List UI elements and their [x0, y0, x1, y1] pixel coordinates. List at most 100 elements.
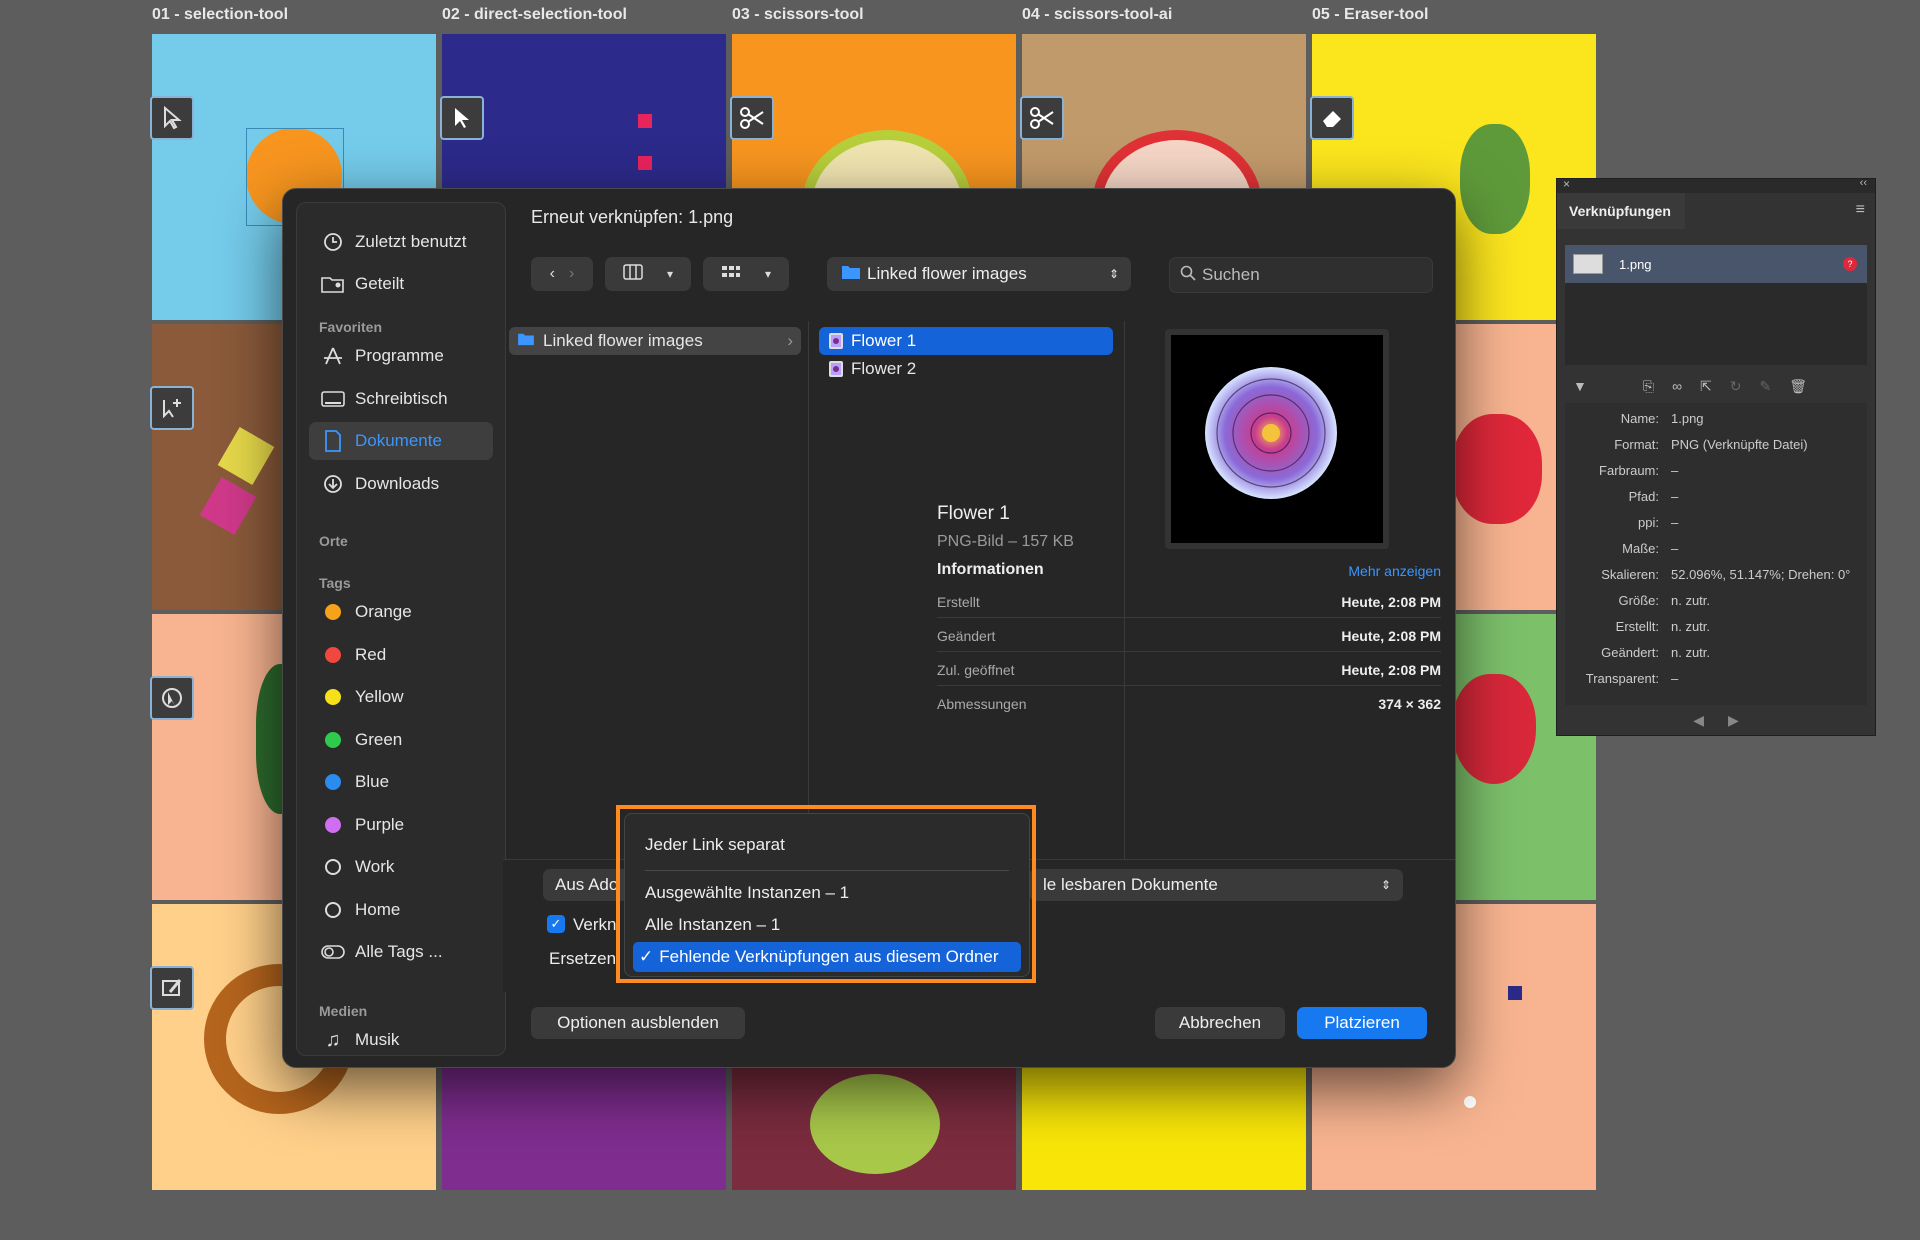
direct-selection-tool-icon[interactable]: [440, 96, 484, 140]
divider: [937, 617, 1441, 618]
tag-ring-icon: [325, 902, 341, 918]
cancel-button[interactable]: Abbrechen: [1155, 1007, 1285, 1039]
updown-chevron-icon: ⇕: [1108, 267, 1119, 281]
link-info: Name: 1.png Format: PNG (Verknüpfte Date…: [1565, 403, 1867, 705]
view-mode-button[interactable]: ▾: [605, 257, 691, 291]
live-paint-tool-icon[interactable]: [150, 966, 194, 1010]
sidebar-item-label: Schreibtisch: [355, 389, 448, 408]
hide-options-button[interactable]: Optionen ausblenden: [531, 1007, 745, 1039]
tag-dot-icon: [325, 689, 341, 705]
info-value: 1.png: [1671, 411, 1704, 426]
collapse-icon[interactable]: ‹‹: [1860, 177, 1867, 189]
sidebar-item-recent[interactable]: Zuletzt benutzt: [309, 223, 493, 261]
info-value: Heute, 2:08 PM: [1341, 594, 1441, 610]
tab-links[interactable]: Verknüpfungen: [1557, 193, 1685, 229]
eraser-tool-icon[interactable]: [1310, 96, 1354, 140]
sidebar-item-label: Work: [355, 857, 395, 876]
info-key: Größe:: [1618, 593, 1659, 608]
sidebar-item-label: Musik: [355, 1030, 400, 1049]
info-key: Geändert:: [1601, 645, 1659, 660]
selection-tool-icon[interactable]: [150, 96, 194, 140]
info-value: Heute, 2:08 PM: [1341, 628, 1441, 644]
update-link-icon[interactable]: ↻: [1730, 378, 1742, 395]
tag-dot-icon: [325, 817, 341, 833]
back-icon[interactable]: ‹: [550, 265, 555, 283]
search-input[interactable]: Suchen: [1202, 265, 1260, 285]
sidebar-item-tag-red[interactable]: Red: [309, 636, 493, 674]
chevron-right-icon: ›: [787, 331, 793, 350]
path-popup[interactable]: Linked flower images ⇕: [827, 257, 1131, 291]
info-value: PNG (Verknüpfte Datei): [1671, 437, 1808, 452]
search-field[interactable]: Suchen: [1169, 257, 1433, 293]
relink-cc-icon[interactable]: ⎘: [1643, 378, 1654, 395]
panel-menu-icon[interactable]: ≡: [1856, 201, 1865, 219]
file-filter-popup[interactable]: le lesbaren Dokumente ⇕: [1029, 869, 1403, 901]
clock-icon: [319, 232, 347, 252]
sidebar-item-desktop[interactable]: Schreibtisch: [309, 380, 493, 418]
sidebar-item-tag-home[interactable]: Home: [309, 891, 493, 929]
source-popup-label: Aus Ado: [555, 875, 619, 894]
chevron-down-icon: ▾: [666, 267, 674, 281]
link-checkbox[interactable]: ✓: [547, 915, 565, 933]
file-name: Flower 2: [851, 359, 917, 378]
show-info-icon[interactable]: ▼: [1573, 378, 1587, 394]
sidebar-item-music[interactable]: ♫ Musik: [309, 1021, 493, 1055]
document-icon: [319, 430, 347, 452]
path-popup-label: Linked flower images: [867, 264, 1027, 283]
sidebar-item-shared[interactable]: Geteilt: [309, 265, 493, 303]
trash-icon[interactable]: 🗑: [1789, 378, 1807, 395]
info-value: Heute, 2:08 PM: [1341, 662, 1441, 678]
go-to-link-icon[interactable]: ⇱: [1700, 378, 1712, 395]
sidebar-item-all-tags[interactable]: Alle Tags ...: [309, 933, 493, 971]
image-preview: [1165, 329, 1389, 549]
sidebar-item-tag-green[interactable]: Green: [309, 721, 493, 759]
sidebar-item-tag-orange[interactable]: Orange: [309, 593, 493, 631]
tag-dot-icon: [325, 732, 341, 748]
divider: [937, 651, 1441, 652]
sidebar-item-tag-yellow[interactable]: Yellow: [309, 678, 493, 716]
info-value: –: [1671, 489, 1679, 504]
scissors-tool-icon[interactable]: [730, 96, 774, 140]
link-row[interactable]: 1.png ?: [1565, 245, 1867, 283]
group-button[interactable]: ▾: [703, 257, 789, 291]
missing-link-icon: ?: [1843, 257, 1857, 271]
shape-builder-tool-icon[interactable]: [150, 676, 194, 720]
sidebar-item-documents[interactable]: Dokumente: [309, 422, 493, 460]
show-more-link[interactable]: Mehr anzeigen: [1348, 563, 1441, 579]
info-value: –: [1671, 671, 1679, 686]
sidebar-item-label: Alle Tags ...: [355, 942, 443, 961]
list-item[interactable]: Flower 1: [819, 327, 1113, 355]
tag-dot-icon: [325, 647, 341, 663]
sidebar-item-tag-purple[interactable]: Purple: [309, 806, 493, 844]
folder-icon: [841, 264, 861, 285]
next-icon[interactable]: ▶: [1728, 712, 1739, 729]
file-name: Flower 1: [851, 331, 917, 350]
sidebar-item-tag-blue[interactable]: Blue: [309, 763, 493, 801]
folder-name: Linked flower images: [543, 331, 703, 350]
tag-ring-icon: [325, 859, 341, 875]
close-icon[interactable]: ×: [1563, 177, 1570, 191]
add-anchor-tool-icon[interactable]: [150, 386, 194, 430]
prev-icon[interactable]: ◀: [1693, 712, 1704, 729]
panel-nav: ◀ ▶: [1557, 707, 1875, 733]
links-list: 1.png ?: [1565, 245, 1867, 365]
sidebar-item-label: Blue: [355, 772, 390, 791]
scissors-tool-ai-icon[interactable]: [1020, 96, 1064, 140]
applications-icon: [319, 346, 347, 366]
list-item[interactable]: Linked flower images ›: [509, 327, 801, 355]
sidebar-item-label: Yellow: [355, 687, 404, 706]
place-button[interactable]: Platzieren: [1297, 1007, 1427, 1039]
sidebar-item-applications[interactable]: Programme: [309, 337, 493, 375]
edit-original-icon[interactable]: ✎: [1760, 378, 1772, 395]
relink-icon[interactable]: ∞: [1672, 378, 1682, 394]
png-file-icon: [829, 361, 843, 377]
list-item[interactable]: Flower 2: [819, 355, 1113, 383]
link-name: 1.png: [1619, 256, 1652, 272]
forward-icon[interactable]: ›: [569, 265, 574, 283]
sidebar-item-tag-work[interactable]: Work: [309, 848, 493, 886]
all-tags-icon: [319, 944, 347, 960]
sidebar-item-downloads[interactable]: Downloads: [309, 465, 493, 503]
sidebar-item-label: Green: [355, 730, 403, 749]
panel-titlebar[interactable]: × ‹‹: [1557, 177, 1875, 193]
download-icon: [319, 474, 347, 494]
